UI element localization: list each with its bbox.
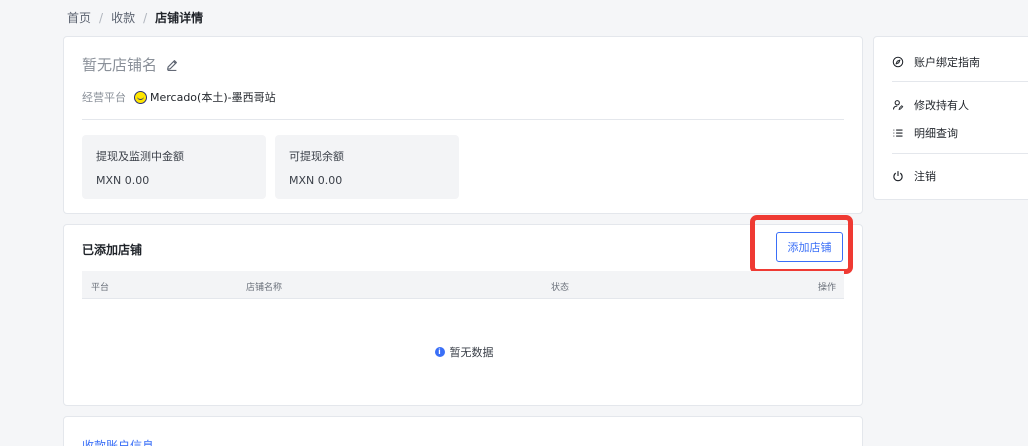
empty-state: i 暂无数据 — [64, 344, 864, 360]
added-shops-card: 已添加店铺 添加店铺 平台 店铺名称 状态 操作 i 暂无数据 — [63, 215, 864, 406]
stat-amount: MXN 0.00 — [289, 174, 343, 187]
empty-text: 暂无数据 — [449, 346, 494, 359]
divider — [892, 153, 1028, 154]
pencil-edit-icon[interactable] — [165, 58, 179, 72]
side-menu: 账户绑定指南 修改持有人 明细查询 注销 — [873, 36, 1028, 200]
breadcrumb: 首页 / 收款 / 店铺详情 — [67, 9, 203, 26]
info-icon: i — [434, 347, 445, 357]
account-info-card: 收款账户信息 — [63, 416, 863, 446]
column-header-platform: 平台 — [91, 283, 110, 293]
table-header: 平台 店铺名称 状态 操作 — [82, 271, 844, 299]
breadcrumb-home[interactable]: 首页 — [67, 9, 91, 26]
stat-title: 提现及监测中金额 — [96, 150, 184, 163]
side-item-label: 修改持有人 — [914, 99, 969, 112]
stat-withdrawing-amount: 提现及监测中金额 MXN 0.00 — [82, 135, 266, 199]
mercado-libre-logo-icon — [134, 90, 147, 104]
user-edit-icon — [892, 100, 904, 111]
compass-icon — [892, 56, 904, 68]
side-item-binding-guide[interactable]: 账户绑定指南 — [892, 54, 980, 70]
stat-available-balance: 可提现余额 MXN 0.00 — [275, 135, 459, 199]
store-name-row: 暂无店铺名 — [82, 54, 179, 75]
stat-amount: MXN 0.00 — [96, 174, 150, 187]
platform-row: 经营平台 Mercado(本土)-墨西哥站 — [82, 89, 276, 105]
list-icon — [893, 129, 903, 137]
side-item-label: 注销 — [914, 170, 936, 183]
divider — [82, 119, 844, 120]
side-item-label: 账户绑定指南 — [914, 56, 980, 69]
side-item-detail-query[interactable]: 明细查询 — [892, 125, 958, 141]
platform-value: Mercado(本土)-墨西哥站 — [150, 91, 276, 104]
store-info-card: 暂无店铺名 经营平台 Mercado(本土)-墨西哥站 提现及监测中金额 MXN… — [63, 36, 863, 214]
breadcrumb-current: 店铺详情 — [155, 11, 204, 25]
divider — [892, 81, 1028, 82]
account-info-link[interactable]: 收款账户信息 — [82, 437, 154, 446]
add-shop-button[interactable]: 添加店铺 — [776, 232, 843, 262]
store-name: 暂无店铺名 — [82, 56, 158, 74]
breadcrumb-separator: / — [99, 10, 104, 25]
breadcrumb-collection[interactable]: 收款 — [111, 9, 135, 26]
side-item-change-holder[interactable]: 修改持有人 — [892, 97, 969, 113]
column-header-status: 状态 — [551, 283, 570, 293]
platform-label: 经营平台 — [82, 91, 126, 104]
stat-title: 可提现余额 — [289, 150, 344, 163]
column-header-shop-name: 店铺名称 — [246, 283, 283, 293]
column-header-actions: 操作 — [817, 283, 836, 293]
side-item-deregister[interactable]: 注销 — [892, 168, 936, 184]
section-title: 已添加店铺 — [82, 243, 143, 257]
breadcrumb-separator: / — [143, 10, 148, 25]
side-item-label: 明细查询 — [914, 127, 958, 140]
power-icon — [893, 171, 903, 182]
